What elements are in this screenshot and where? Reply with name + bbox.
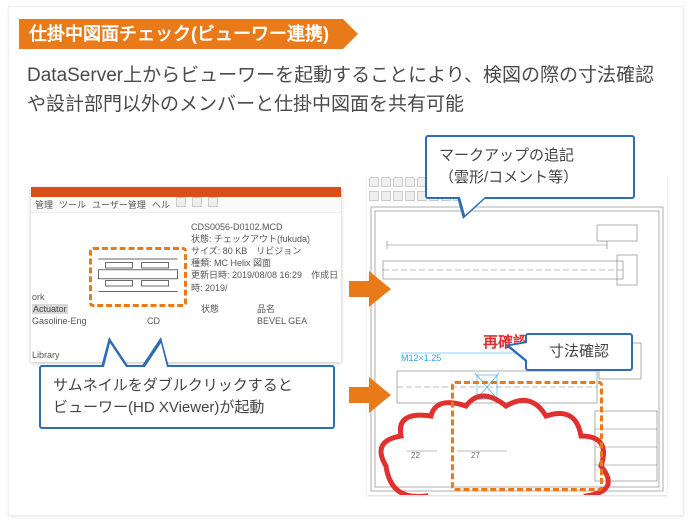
slide-container: 仕掛中図面チェック(ビューワー連携) DataServer上からビューワーを起動…	[8, 6, 684, 516]
screenshot-body: CDS0056-D0102.MCD 状態: チェックアウト(fukuda) サイ…	[31, 213, 341, 221]
dim-num: 22	[411, 451, 420, 460]
tree-node: ork	[32, 291, 45, 304]
toolbar-icon	[192, 197, 202, 207]
meta-type: 種類: MC Helix 図面	[191, 257, 271, 270]
toolbar-icon	[393, 177, 403, 187]
column-header: 状態	[201, 303, 219, 316]
toolbar-icon	[381, 191, 391, 201]
window-titlebar	[31, 187, 341, 197]
dimension-text: M12×1.25	[401, 353, 441, 363]
callout-text: マークアップの追記 （雲形/コメント等）	[439, 147, 578, 186]
toolbar-icon	[381, 177, 391, 187]
column-header: 品名	[257, 303, 275, 316]
tree-node-selected: Actuator	[32, 304, 68, 314]
arrow-icon	[349, 377, 391, 413]
callout-tail-icon	[141, 337, 169, 367]
banner-title: 仕掛中図面チェック(ビューワー連携)	[29, 24, 329, 44]
meta-file: CDS0056-D0102.MCD	[191, 221, 283, 234]
toolbar-icon	[393, 191, 403, 201]
callout-dimension: 寸法確認	[525, 333, 633, 371]
dimension-highlight	[451, 381, 603, 491]
toolbar-icon	[369, 191, 379, 201]
arrow-icon	[349, 271, 391, 307]
dataserver-screenshot: 管理 ツール ユーザー管理 ヘル CDS0056-D0102.MCD 状態: チ…	[31, 187, 341, 362]
section-banner: 仕掛中図面チェック(ビューワー連携)	[19, 19, 343, 49]
section-description: DataServer上からビューワーを起動することにより、検図の際の寸法確認や設…	[27, 61, 667, 120]
callout-text: 寸法確認	[549, 343, 609, 360]
callout-tail-icon	[505, 341, 527, 363]
meta-updated: 更新日時: 2019/08/08 16:29 作成日時: 2019/	[191, 269, 341, 294]
menu-item: 管理	[35, 197, 53, 212]
tree-node: Gasoline-Eng	[32, 315, 87, 328]
tree-node: CD	[147, 315, 160, 328]
toolbar-icon	[176, 197, 186, 207]
callout-tail-icon	[457, 197, 487, 219]
meta-status: 状態: チェックアウト(fukuda)	[191, 233, 310, 246]
toolbar-icon	[208, 197, 218, 207]
callout-text: サムネイルをダブルクリックすると ビューワー(HD XViewer)が起動	[53, 377, 293, 416]
window-menubar: 管理 ツール ユーザー管理 ヘル	[31, 197, 341, 213]
toolbar-icon	[405, 177, 415, 187]
callout-thumbnail: サムネイルをダブルクリックすると ビューワー(HD XViewer)が起動	[39, 365, 335, 429]
callout-tail-icon	[101, 337, 129, 367]
cell-value: BEVEL GEA	[257, 315, 307, 328]
toolbar-icon	[369, 177, 379, 187]
tree-node: Library	[32, 349, 60, 362]
toolbar-icon	[405, 191, 415, 201]
tree-node: STDParts	[32, 361, 71, 362]
menu-item: ツール	[59, 197, 86, 212]
callout-markup: マークアップの追記 （雲形/コメント等）	[425, 135, 635, 199]
thumbnail-highlight	[89, 247, 187, 307]
meta-size: サイズ: 80 KB リビジョン	[191, 245, 301, 258]
menu-item: ヘル	[152, 197, 170, 212]
menu-item: ユーザー管理	[92, 197, 146, 212]
thumbnail-drawing-icon	[92, 250, 184, 304]
